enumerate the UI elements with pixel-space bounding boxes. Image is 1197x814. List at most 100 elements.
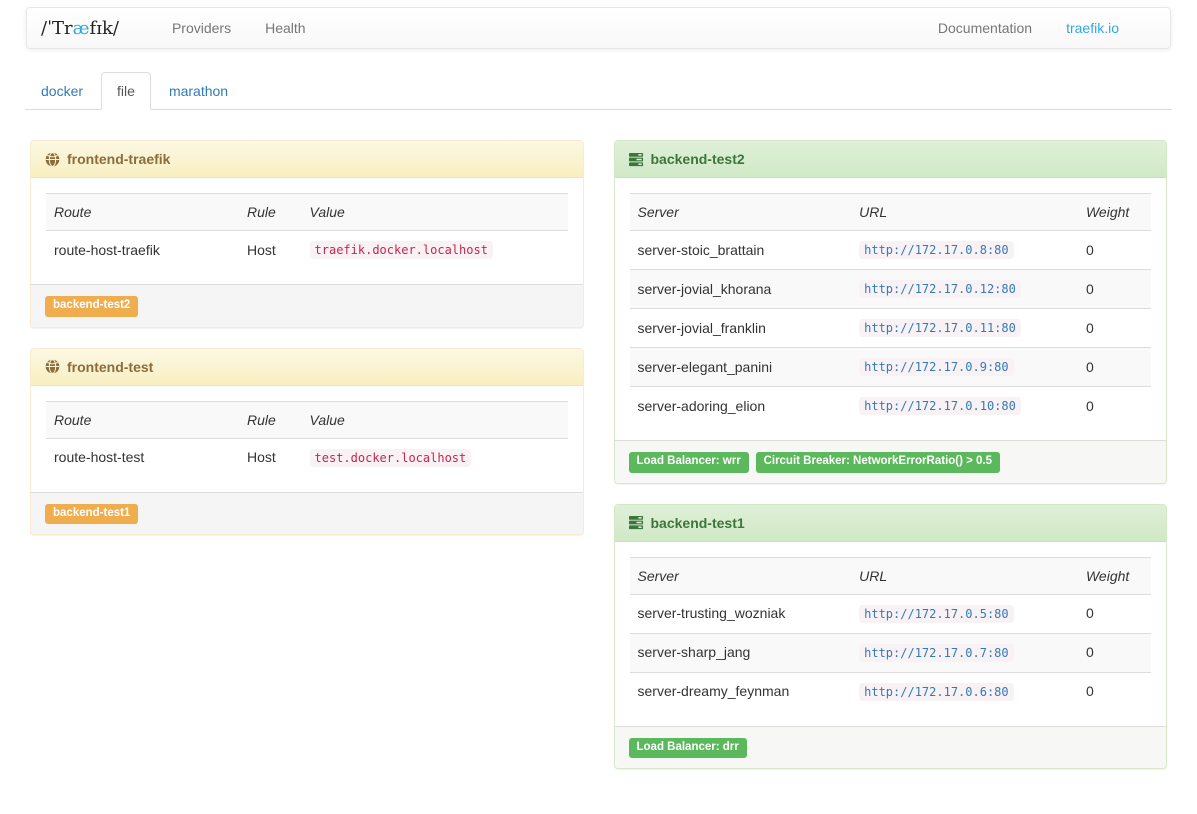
frontend-test-footer: backend-test1 bbox=[31, 492, 583, 535]
server-row: server-jovial_khorana http://172.17.0.12… bbox=[630, 270, 1152, 309]
nav-link-providers[interactable]: Providers bbox=[155, 9, 248, 47]
route-row: route-host-traefik Host traefik.docker.l… bbox=[46, 231, 568, 270]
frontends-column: frontend-traefik Route Rule Value route-… bbox=[15, 140, 599, 555]
tasks-icon bbox=[629, 152, 644, 167]
provider-tabs: docker file marathon bbox=[25, 72, 1172, 110]
navbar: /ˈTræfɪk/ Providers Health Documentation… bbox=[26, 7, 1171, 49]
tab-docker[interactable]: docker bbox=[25, 72, 99, 110]
server-url-link[interactable]: http://172.17.0.10:80 bbox=[859, 397, 1021, 413]
server-row: server-sharp_jang http://172.17.0.7:80 0 bbox=[630, 633, 1152, 672]
tasks-icon bbox=[629, 515, 644, 530]
server-weight: 0 bbox=[1078, 672, 1151, 711]
server-weight: 0 bbox=[1078, 348, 1151, 387]
server-url-code: http://172.17.0.7:80 bbox=[859, 644, 1014, 662]
backend-test2-panel: backend-test2 Server URL Weight server-s… bbox=[614, 140, 1168, 484]
server-weight: 0 bbox=[1078, 633, 1151, 672]
nav-link-health[interactable]: Health bbox=[248, 9, 322, 47]
server-url-code: http://172.17.0.5:80 bbox=[859, 605, 1014, 623]
server-weight: 0 bbox=[1078, 387, 1151, 426]
backend-test1-footer: Load Balancer: drr bbox=[615, 726, 1167, 769]
server-row: server-stoic_brattain http://172.17.0.8:… bbox=[630, 231, 1152, 270]
server-row: server-jovial_franklin http://172.17.0.1… bbox=[630, 309, 1152, 348]
frontend-traefik-body: Route Rule Value route-host-traefik Host… bbox=[31, 178, 583, 284]
frontend-test-panel: frontend-test Route Rule Value route-hos… bbox=[30, 348, 584, 536]
panel-title: backend-test2 bbox=[651, 151, 745, 167]
route-name: route-host-traefik bbox=[46, 231, 239, 270]
route-row: route-host-test Host test.docker.localho… bbox=[46, 438, 568, 477]
backend-ref-label[interactable]: backend-test2 bbox=[45, 296, 138, 317]
col-header-rule: Rule bbox=[239, 401, 302, 438]
servers-table: Server URL Weight server-stoic_brattain … bbox=[630, 193, 1152, 425]
server-url-link[interactable]: http://172.17.0.6:80 bbox=[859, 683, 1014, 699]
frontend-test-heading: frontend-test bbox=[31, 349, 583, 386]
server-row: server-adoring_elion http://172.17.0.10:… bbox=[630, 387, 1152, 426]
col-header-rule: Rule bbox=[239, 194, 302, 231]
server-url-code: http://172.17.0.9:80 bbox=[859, 358, 1014, 376]
routes-table: Route Rule Value route-host-traefik Host… bbox=[46, 193, 568, 269]
backend-test1-panel: backend-test1 Server URL Weight server-t… bbox=[614, 504, 1168, 770]
server-weight: 0 bbox=[1078, 231, 1151, 270]
col-header-route: Route bbox=[46, 194, 239, 231]
server-url-code: http://172.17.0.6:80 bbox=[859, 683, 1014, 701]
nav-link-traefik-io[interactable]: traefik.io bbox=[1049, 9, 1136, 47]
col-header-url: URL bbox=[851, 194, 1078, 231]
globe-icon bbox=[45, 359, 60, 374]
server-name: server-jovial_khorana bbox=[630, 270, 852, 309]
server-url-link[interactable]: http://172.17.0.9:80 bbox=[859, 358, 1014, 374]
server-url-code: http://172.17.0.11:80 bbox=[859, 319, 1021, 337]
backend-test2-body: Server URL Weight server-stoic_brattain … bbox=[615, 178, 1167, 440]
col-header-url: URL bbox=[851, 557, 1078, 594]
route-value-code: traefik.docker.localhost bbox=[310, 241, 493, 259]
backend-test2-footer: Load Balancer: wrr Circuit Breaker: Netw… bbox=[615, 440, 1167, 483]
routes-table-header: Route Rule Value bbox=[46, 194, 568, 231]
route-value-code: test.docker.localhost bbox=[310, 449, 472, 467]
routes-table: Route Rule Value route-host-test Host te… bbox=[46, 401, 568, 477]
server-url-link[interactable]: http://172.17.0.7:80 bbox=[859, 644, 1014, 660]
tab-marathon[interactable]: marathon bbox=[153, 72, 244, 110]
server-url-code: http://172.17.0.10:80 bbox=[859, 397, 1021, 415]
globe-icon bbox=[45, 152, 60, 167]
col-header-value: Value bbox=[302, 194, 568, 231]
server-weight: 0 bbox=[1078, 270, 1151, 309]
server-row: server-elegant_panini http://172.17.0.9:… bbox=[630, 348, 1152, 387]
load-balancer-label: Load Balancer: wrr bbox=[629, 452, 749, 473]
servers-table: Server URL Weight server-trusting_woznia… bbox=[630, 557, 1152, 711]
col-header-weight: Weight bbox=[1078, 194, 1151, 231]
col-header-route: Route bbox=[46, 401, 239, 438]
server-row: server-trusting_wozniak http://172.17.0.… bbox=[630, 594, 1152, 633]
brand-prefix: /ˈTr bbox=[41, 18, 73, 39]
server-name: server-stoic_brattain bbox=[630, 231, 852, 270]
backend-test2-heading: backend-test2 bbox=[615, 141, 1167, 178]
servers-table-header: Server URL Weight bbox=[630, 194, 1152, 231]
backend-test1-heading: backend-test1 bbox=[615, 505, 1167, 542]
backend-ref-label[interactable]: backend-test1 bbox=[45, 504, 138, 525]
tab-file[interactable]: file bbox=[101, 72, 151, 110]
routes-table-header: Route Rule Value bbox=[46, 401, 568, 438]
server-url-link[interactable]: http://172.17.0.11:80 bbox=[859, 319, 1021, 335]
col-header-server: Server bbox=[630, 194, 852, 231]
server-name: server-dreamy_feynman bbox=[630, 672, 852, 711]
server-url-link[interactable]: http://172.17.0.8:80 bbox=[859, 241, 1014, 257]
frontend-traefik-heading: frontend-traefik bbox=[31, 141, 583, 178]
backend-test1-body: Server URL Weight server-trusting_woznia… bbox=[615, 542, 1167, 726]
server-url-link[interactable]: http://172.17.0.12:80 bbox=[859, 280, 1021, 296]
nav-link-documentation[interactable]: Documentation bbox=[921, 9, 1049, 47]
route-name: route-host-test bbox=[46, 438, 239, 477]
server-url-code: http://172.17.0.12:80 bbox=[859, 280, 1021, 298]
panel-title: backend-test1 bbox=[651, 515, 745, 531]
brand-logo[interactable]: /ˈTræfɪk/ bbox=[41, 18, 119, 39]
frontend-traefik-panel: frontend-traefik Route Rule Value route-… bbox=[30, 140, 584, 328]
server-name: server-trusting_wozniak bbox=[630, 594, 852, 633]
server-url-link[interactable]: http://172.17.0.5:80 bbox=[859, 605, 1014, 621]
server-weight: 0 bbox=[1078, 594, 1151, 633]
backends-column: backend-test2 Server URL Weight server-s… bbox=[599, 140, 1183, 789]
content-row: frontend-traefik Route Rule Value route-… bbox=[0, 140, 1197, 789]
route-rule: Host bbox=[239, 438, 302, 477]
col-header-server: Server bbox=[630, 557, 852, 594]
server-row: server-dreamy_feynman http://172.17.0.6:… bbox=[630, 672, 1152, 711]
panel-title: frontend-test bbox=[67, 359, 153, 375]
brand-accent: æ bbox=[73, 18, 90, 39]
load-balancer-label: Load Balancer: drr bbox=[629, 738, 747, 759]
server-name: server-jovial_franklin bbox=[630, 309, 852, 348]
brand-suffix: fɪk/ bbox=[90, 18, 119, 39]
